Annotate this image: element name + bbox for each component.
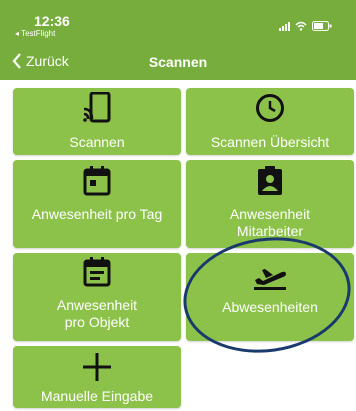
tile-anwesenheit-mitarbeiter[interactable]: Anwesenheit Mitarbeiter <box>186 160 354 248</box>
tile-anwesenheit-pro-objekt[interactable]: Anwesenheit pro Objekt <box>13 253 181 341</box>
tile-label: Anwesenheit pro Tag <box>31 206 163 222</box>
tile-scannen-uebersicht[interactable]: Scannen Übersicht <box>186 88 354 155</box>
battery-icon <box>312 21 332 31</box>
signal-icon <box>279 22 290 31</box>
tile-label: Manuelle Eingabe <box>40 388 154 404</box>
page-title: Scannen <box>148 54 208 70</box>
status-icons <box>279 21 332 31</box>
tile-label: Scannen Übersicht <box>210 134 330 150</box>
back-to-app-label[interactable]: ◂ TestFlight <box>15 29 55 38</box>
calendar-day-icon <box>83 166 111 196</box>
wifi-icon <box>295 21 307 31</box>
navigation-bar: Zurück Scannen <box>0 46 356 80</box>
badge-person-icon <box>258 166 282 195</box>
clock-icon <box>256 94 284 122</box>
phone-nfc-icon <box>83 92 111 123</box>
calendar-list-icon <box>83 257 111 287</box>
tile-label: Scannen <box>69 134 125 150</box>
tile-anwesenheit-pro-tag[interactable]: Anwesenheit pro Tag <box>13 160 181 248</box>
tile-scannen[interactable]: Scannen <box>13 88 181 155</box>
tile-label: Anwesenheit pro Objekt <box>56 297 138 330</box>
status-time: 12:36 <box>34 13 70 29</box>
plus-icon <box>83 353 111 381</box>
status-bar: 12:36 ◂ TestFlight <box>0 0 356 46</box>
tile-manuelle-eingabe[interactable]: Manuelle Eingabe <box>13 346 181 408</box>
tile-label: Anwesenheit Mitarbeiter <box>229 206 311 239</box>
